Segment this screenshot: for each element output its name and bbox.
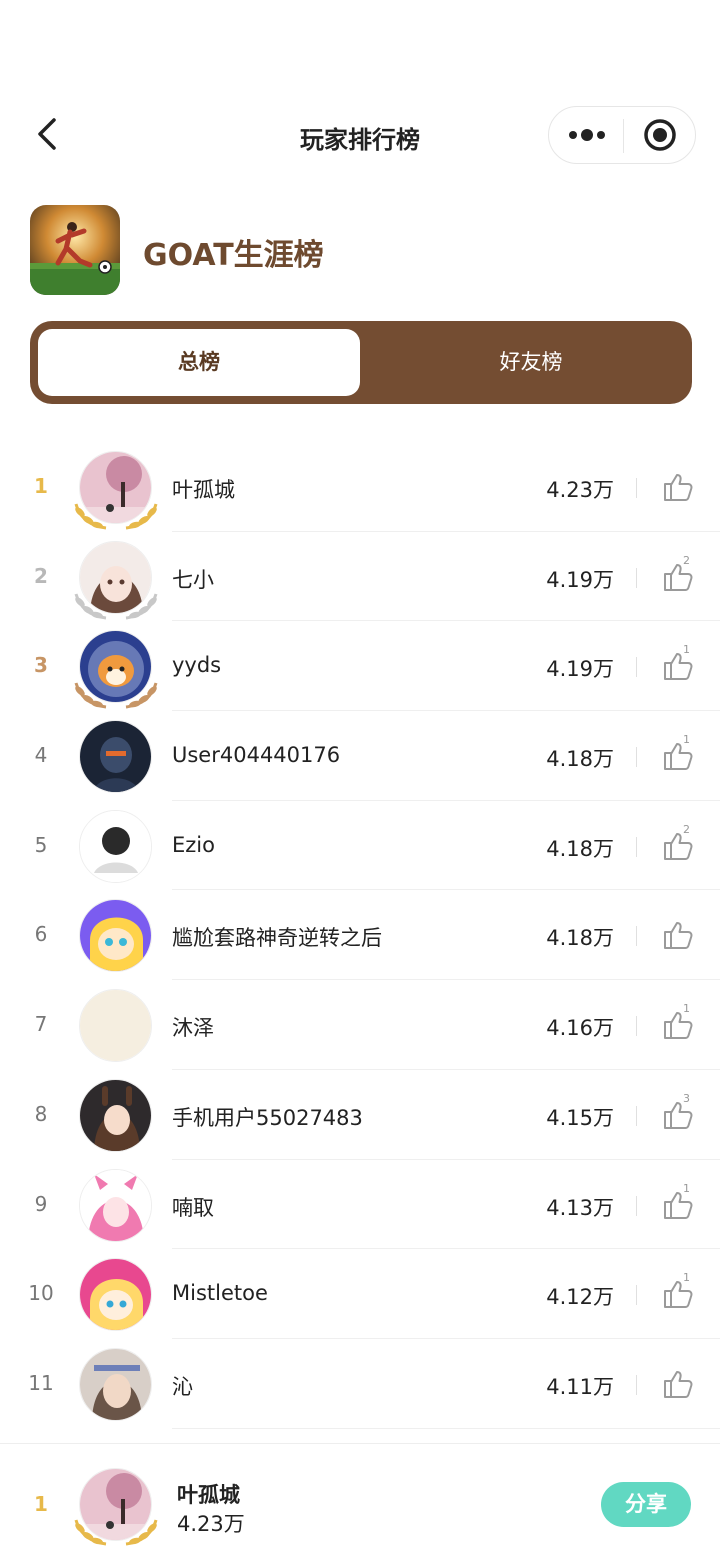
avatar[interactable] (79, 809, 152, 883)
thumbs-up-icon[interactable] (661, 1367, 695, 1401)
player-score: 4.19万 (546, 567, 614, 592)
like-count: 1 (683, 1181, 690, 1195)
player-name: 沁 (172, 1374, 193, 1399)
avatar[interactable] (79, 1347, 152, 1421)
rank-number: 3 (34, 653, 48, 678)
laurel-gold-icon (70, 498, 162, 532)
player-name: 叶孤城 (172, 478, 235, 502)
player-score: 4.13万 (546, 1195, 614, 1220)
avatar[interactable] (79, 1078, 152, 1152)
like-count: 3 (683, 1091, 690, 1105)
my-name: 叶孤城 (177, 1483, 240, 1507)
list-item: 10 Mistletoe 4.12万 1 (0, 1249, 720, 1339)
nav-bar: 玩家排行榜 (0, 100, 720, 170)
player-score: 4.12万 (546, 1285, 614, 1310)
like-count: 1 (683, 1002, 690, 1016)
like-count: 2 (683, 553, 690, 567)
tab-friends[interactable]: 好友榜 (370, 329, 692, 396)
close-target-icon[interactable] (643, 118, 677, 152)
player-name: 手机用户55027483 (172, 1105, 363, 1130)
laurel-silver-icon (70, 588, 162, 622)
player-score: 4.11万 (546, 1374, 614, 1399)
avatar[interactable] (79, 1168, 152, 1242)
rank-number: 7 (34, 1012, 48, 1037)
separator (636, 1195, 637, 1216)
more-icon[interactable] (567, 123, 607, 147)
separator (636, 926, 637, 947)
separator (636, 657, 637, 678)
leaderboard-title: GOAT生涯榜 (143, 238, 324, 273)
list-item: 6 尴尬套路神奇逆转之后 4.18万 (0, 890, 720, 981)
laurel-gold-icon (70, 1514, 162, 1548)
player-name: 沐泽 (172, 1016, 214, 1041)
rank-number: 11 (28, 1370, 54, 1395)
list-item: 5 Ezio 4.18万 2 (0, 801, 720, 891)
separator (636, 567, 637, 588)
separator (636, 1374, 637, 1395)
rank-number: 10 (28, 1281, 54, 1306)
rank-number: 2 (34, 563, 48, 588)
ranking-list[interactable]: 1 叶孤城 4.23万 2 七小 4.19万 2 3 yyds 4.19万 1 … (0, 442, 720, 1442)
player-name: 七小 (172, 567, 214, 592)
rank-number: 4 (34, 743, 48, 768)
list-item: 8 手机用户55027483 4.15万 3 (0, 1070, 720, 1160)
player-name: 喃取 (172, 1195, 214, 1220)
player-name: User404440176 (172, 743, 341, 768)
like-count: 1 (683, 1271, 690, 1285)
list-item: 7 沐泽 4.16万 1 (0, 980, 720, 1070)
capsule-divider (623, 119, 624, 153)
share-button[interactable]: 分享 (601, 1482, 691, 1527)
avatar[interactable] (79, 989, 152, 1063)
rank-number: 6 (34, 922, 48, 947)
avatar[interactable] (79, 899, 152, 973)
avatar[interactable] (79, 720, 152, 794)
my-rank-bar: 1 叶孤城 4.23万 分享 (0, 1443, 720, 1563)
tab-overall[interactable]: 总榜 (38, 329, 360, 396)
thumbs-up-icon[interactable] (661, 918, 695, 952)
player-name: Mistletoe (172, 1281, 268, 1306)
player-name: 尴尬套路神奇逆转之后 (172, 926, 382, 951)
player-score: 4.18万 (546, 926, 614, 951)
player-score: 4.15万 (546, 1105, 614, 1130)
laurel-bronze-icon (70, 677, 162, 711)
like-count: 2 (683, 822, 690, 836)
player-score: 4.18万 (546, 747, 614, 772)
list-item: 9 喃取 4.13万 1 (0, 1160, 720, 1250)
rank-number: 1 (34, 474, 48, 498)
list-item: 2 七小 4.19万 2 (0, 532, 720, 622)
like-count: 1 (683, 733, 690, 747)
avatar[interactable] (79, 1258, 152, 1332)
player-score: 4.23万 (546, 478, 614, 502)
player-score: 4.18万 (546, 836, 614, 861)
row-divider (172, 1427, 720, 1429)
list-item: 1 叶孤城 4.23万 (0, 442, 720, 532)
tab-bar: 总榜 好友榜 (30, 321, 692, 404)
like-count: 1 (683, 643, 690, 657)
list-item: 11 沁 4.11万 (0, 1339, 720, 1429)
list-item: 4 User404440176 4.18万 1 (0, 711, 720, 801)
separator (636, 1105, 637, 1126)
rank-number: 8 (34, 1101, 48, 1126)
player-name: Ezio (172, 832, 215, 857)
mini-program-capsule (548, 106, 696, 164)
my-rank-number: 1 (34, 1492, 48, 1516)
separator (636, 747, 637, 768)
list-item: 3 yyds 4.19万 1 (0, 621, 720, 712)
my-score: 4.23万 (177, 1512, 245, 1536)
rank-number: 5 (34, 832, 48, 857)
separator (636, 1016, 637, 1037)
player-score: 4.19万 (546, 657, 614, 682)
player-name: yyds (172, 653, 222, 678)
thumbs-up-icon[interactable] (661, 470, 695, 504)
game-icon (30, 205, 120, 295)
separator (636, 1285, 637, 1306)
player-score: 4.16万 (546, 1016, 614, 1041)
separator (636, 478, 637, 498)
rank-number: 9 (34, 1191, 48, 1216)
separator (636, 836, 637, 857)
